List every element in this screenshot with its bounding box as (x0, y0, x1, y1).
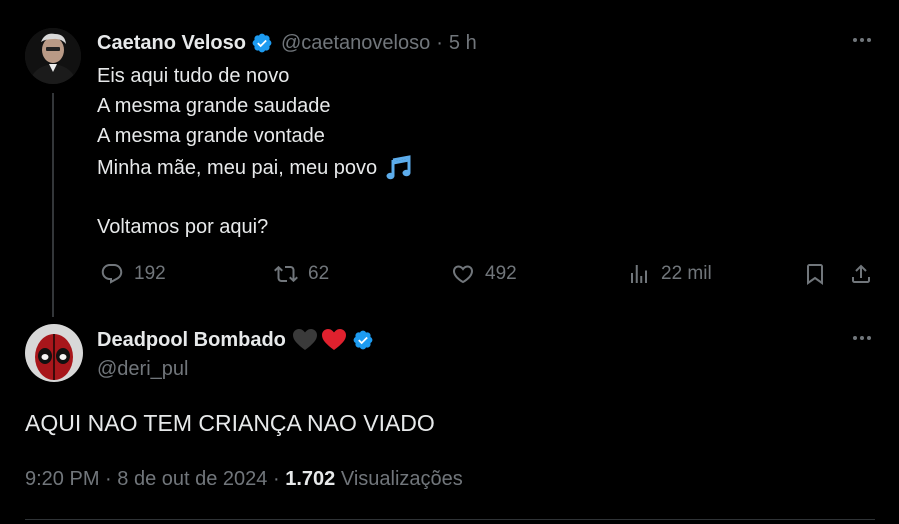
bookmark-icon (807, 264, 823, 285)
like-count: 492 (485, 263, 517, 284)
reply-icon (101, 264, 123, 284)
verified-badge-icon (352, 329, 374, 351)
tweet-text-line: Eis aqui tudo de novo (97, 65, 290, 87)
music-notes-icon (385, 155, 413, 181)
verified-badge-icon (251, 32, 273, 54)
reply-time[interactable]: 9:20 PM (25, 468, 99, 490)
retweet-button[interactable]: 62 (274, 262, 329, 286)
more-icon[interactable] (850, 28, 874, 58)
like-icon (452, 265, 474, 284)
reply-button[interactable]: 192 (100, 262, 166, 286)
author-name[interactable]: Deadpool Bombado (97, 329, 286, 352)
retweet-icon (274, 265, 298, 283)
reply-text: AQUI NAO TEM CRIANÇA NAO VIADO (25, 410, 435, 436)
views-button[interactable]: 22 mil (627, 262, 712, 286)
tweet-text-line: A mesma grande vontade (97, 125, 325, 147)
tweet-text: Minha mãe, meu pai, meu povo (97, 156, 378, 179)
reply-views-count: 1.702 (285, 468, 336, 490)
thread-connector-line (52, 93, 54, 317)
red-heart-icon (321, 328, 347, 352)
black-heart-icon (292, 328, 318, 352)
reply-count: 192 (134, 263, 166, 284)
avatar[interactable] (25, 28, 81, 84)
reply-meta: 9:20 PM · 8 de out de 2024 · 1.702 Visua… (25, 468, 463, 491)
reply-date[interactable]: 8 de out de 2024 (117, 468, 267, 490)
share-icon (852, 264, 870, 283)
separator-dot: · (436, 31, 443, 54)
avatar[interactable] (25, 324, 83, 382)
tweet-header: Caetano Veloso @caetanoveloso · 5 h (97, 30, 477, 56)
views-icon (631, 265, 647, 283)
divider (25, 519, 875, 520)
author-handle[interactable]: @deri_pul (97, 358, 188, 381)
tweet-text-line: A mesma grande saudade (97, 95, 331, 117)
separator-dot: · (272, 468, 280, 490)
bookmark-button[interactable] (803, 262, 827, 286)
reply-views-label: Visualizações (340, 468, 463, 490)
separator-dot: · (105, 468, 112, 490)
tweet-text-line-with-emoji: Minha mãe, meu pai, meu povo (97, 155, 413, 181)
share-button[interactable] (849, 262, 873, 286)
like-button[interactable]: 492 (451, 262, 517, 286)
more-icon[interactable] (850, 326, 874, 356)
retweet-count: 62 (308, 263, 330, 284)
timestamp[interactable]: 5 h (449, 32, 477, 55)
tweet-text-line: Voltamos por aqui? (97, 216, 269, 238)
author-name[interactable]: Caetano Veloso (97, 32, 246, 55)
reply-header: Deadpool Bombado (97, 326, 374, 354)
author-handle[interactable]: @caetanoveloso (281, 32, 430, 55)
views-count: 22 mil (661, 263, 712, 284)
